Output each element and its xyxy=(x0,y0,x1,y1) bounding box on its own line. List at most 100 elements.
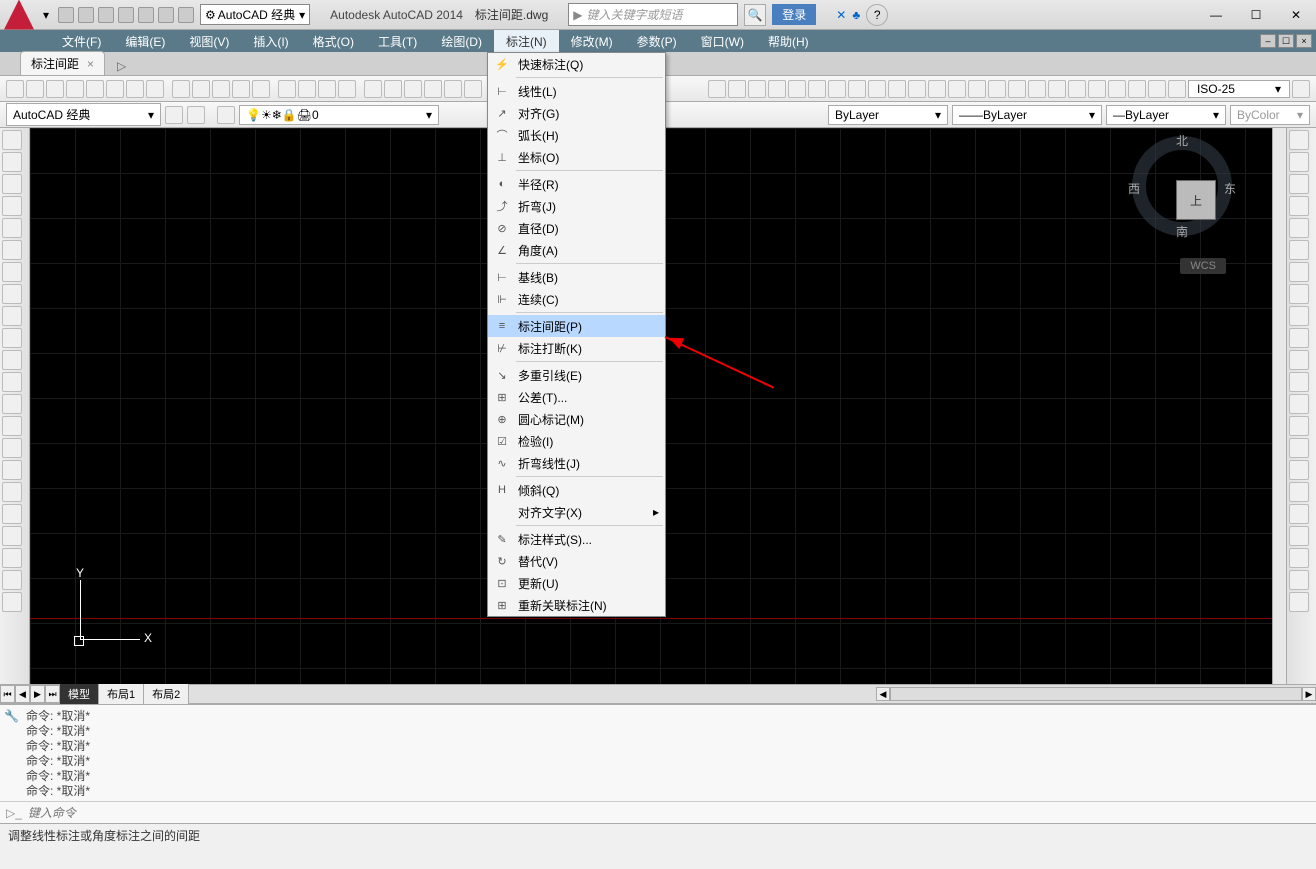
maximize-button[interactable]: ☐ xyxy=(1236,0,1276,30)
draw-tool-icon[interactable] xyxy=(2,416,22,436)
draw-tool-icon[interactable] xyxy=(2,130,22,150)
draw-tool-icon[interactable] xyxy=(2,372,22,392)
modify-tool-icon[interactable] xyxy=(1289,350,1309,370)
mdi-minimize[interactable]: – xyxy=(1260,34,1276,48)
dim-toolbar-icon[interactable] xyxy=(888,80,906,98)
menu-dropdown-item[interactable]: ☑检验(I) xyxy=(488,430,665,452)
draw-tool-icon[interactable] xyxy=(2,482,22,502)
draw-tool-icon[interactable] xyxy=(2,394,22,414)
toolbar-icon[interactable] xyxy=(66,80,84,98)
toolbar-icon[interactable] xyxy=(252,80,270,98)
layout-tab[interactable]: 布局2 xyxy=(144,684,189,704)
viewcube-face[interactable]: 上 xyxy=(1176,180,1216,220)
modify-tool-icon[interactable] xyxy=(1289,394,1309,414)
tab-last[interactable]: ⏭ xyxy=(45,685,60,703)
menu-dropdown-item[interactable]: ⊞公差(T)... xyxy=(488,386,665,408)
modify-tool-icon[interactable] xyxy=(1289,284,1309,304)
menu-item[interactable]: 编辑(E) xyxy=(113,30,177,53)
toolbar-icon[interactable] xyxy=(106,80,124,98)
menu-item[interactable]: 修改(M) xyxy=(559,30,625,53)
gear-icon[interactable] xyxy=(165,106,183,124)
dim-toolbar-icon[interactable] xyxy=(1008,80,1026,98)
dim-toolbar-icon[interactable] xyxy=(1128,80,1146,98)
menu-item[interactable]: 帮助(H) xyxy=(756,30,821,53)
dim-toolbar-icon[interactable] xyxy=(928,80,946,98)
layout-tab[interactable]: 布局1 xyxy=(99,684,144,704)
modify-tool-icon[interactable] xyxy=(1289,592,1309,612)
menu-dropdown-item[interactable]: ⊘直径(D) xyxy=(488,217,665,239)
viewcube[interactable]: 上 北 南 东 西 xyxy=(1132,136,1232,236)
toolbar-icon[interactable] xyxy=(192,80,210,98)
draw-tool-icon[interactable] xyxy=(2,570,22,590)
tab-first[interactable]: ⏮ xyxy=(0,685,15,703)
tab-prev[interactable]: ◀ xyxy=(15,685,30,703)
close-button[interactable]: ✕ xyxy=(1276,0,1316,30)
toolbar-icon[interactable] xyxy=(126,80,144,98)
menu-dropdown-item[interactable]: ≡标注间距(P) xyxy=(488,315,665,337)
menu-dropdown-item[interactable]: ⊥坐标(O) xyxy=(488,146,665,168)
open-icon[interactable] xyxy=(78,7,94,23)
dim-toolbar-icon[interactable] xyxy=(1088,80,1106,98)
draw-tool-icon[interactable] xyxy=(2,526,22,546)
modify-tool-icon[interactable] xyxy=(1289,306,1309,326)
modify-tool-icon[interactable] xyxy=(1289,548,1309,568)
dim-toolbar-icon[interactable] xyxy=(788,80,806,98)
dim-toolbar-icon[interactable] xyxy=(1068,80,1086,98)
wrench-icon[interactable]: 🔧 xyxy=(4,709,19,724)
menu-dropdown-item[interactable]: ⊡更新(U) xyxy=(488,572,665,594)
new-icon[interactable] xyxy=(58,7,74,23)
menu-dropdown-item[interactable]: 对齐文字(X)▸ xyxy=(488,501,665,523)
draw-tool-icon[interactable] xyxy=(2,284,22,304)
toolbar-icon[interactable] xyxy=(444,80,462,98)
help-button[interactable]: ? xyxy=(866,4,888,26)
toolbar-icon[interactable] xyxy=(464,80,482,98)
toolbar-icon[interactable] xyxy=(404,80,422,98)
layer-manager-icon[interactable] xyxy=(217,106,235,124)
dim-toolbar-icon[interactable] xyxy=(988,80,1006,98)
dim-toolbar-icon[interactable] xyxy=(728,80,746,98)
menu-item[interactable]: 工具(T) xyxy=(366,30,429,53)
draw-tool-icon[interactable] xyxy=(2,460,22,480)
menu-item[interactable]: 参数(P) xyxy=(625,30,689,53)
tab-next[interactable]: ▶ xyxy=(30,685,45,703)
menu-dropdown-item[interactable]: ↻替代(V) xyxy=(488,550,665,572)
modify-tool-icon[interactable] xyxy=(1289,130,1309,150)
layout-tab[interactable]: 模型 xyxy=(60,684,99,704)
toolbar-icon[interactable] xyxy=(232,80,250,98)
toolbar-icon[interactable] xyxy=(318,80,336,98)
modify-tool-icon[interactable] xyxy=(1289,570,1309,590)
modify-tool-icon[interactable] xyxy=(1289,526,1309,546)
menu-item[interactable]: 标注(N) xyxy=(494,30,559,53)
draw-tool-icon[interactable] xyxy=(2,592,22,612)
new-tab-button[interactable]: ▷ xyxy=(109,57,134,75)
workspace-combo-2[interactable]: AutoCAD 经典▾ xyxy=(6,103,161,126)
toolbar-icon[interactable] xyxy=(384,80,402,98)
menu-dropdown-item[interactable]: ◐半径(R) xyxy=(488,173,665,195)
modify-tool-icon[interactable] xyxy=(1289,416,1309,436)
modify-tool-icon[interactable] xyxy=(1289,372,1309,392)
menu-dropdown-item[interactable]: ⌒弧长(H) xyxy=(488,124,665,146)
dim-toolbar-icon[interactable] xyxy=(768,80,786,98)
menu-dropdown-item[interactable]: ⚡快速标注(Q) xyxy=(488,53,665,75)
dim-toolbar-icon[interactable] xyxy=(868,80,886,98)
mdi-restore[interactable]: ☐ xyxy=(1278,34,1294,48)
modify-tool-icon[interactable] xyxy=(1289,152,1309,172)
hscroll-right[interactable]: ▶ xyxy=(1302,687,1316,701)
exchange-icon[interactable]: ✕ xyxy=(836,8,846,22)
dim-toolbar-icon[interactable] xyxy=(808,80,826,98)
dim-style-icon[interactable] xyxy=(1292,80,1310,98)
dim-toolbar-icon[interactable] xyxy=(1148,80,1166,98)
layer-props-icon[interactable] xyxy=(187,106,205,124)
dim-toolbar-icon[interactable] xyxy=(708,80,726,98)
menu-dropdown-item[interactable]: ↘多重引线(E) xyxy=(488,364,665,386)
dim-toolbar-icon[interactable] xyxy=(828,80,846,98)
dim-toolbar-icon[interactable] xyxy=(848,80,866,98)
toolbar-icon[interactable] xyxy=(6,80,24,98)
hscrollbar[interactable] xyxy=(890,687,1302,701)
menu-dropdown-item[interactable]: ↗对齐(G) xyxy=(488,102,665,124)
layer-combo[interactable]: 💡☀❄🔒🖨 0 ▾ xyxy=(239,105,439,125)
color-combo[interactable]: ByLayer▾ xyxy=(828,105,948,125)
dim-toolbar-icon[interactable] xyxy=(1108,80,1126,98)
menu-dropdown-item[interactable]: ⊞重新关联标注(N) xyxy=(488,594,665,616)
draw-tool-icon[interactable] xyxy=(2,328,22,348)
